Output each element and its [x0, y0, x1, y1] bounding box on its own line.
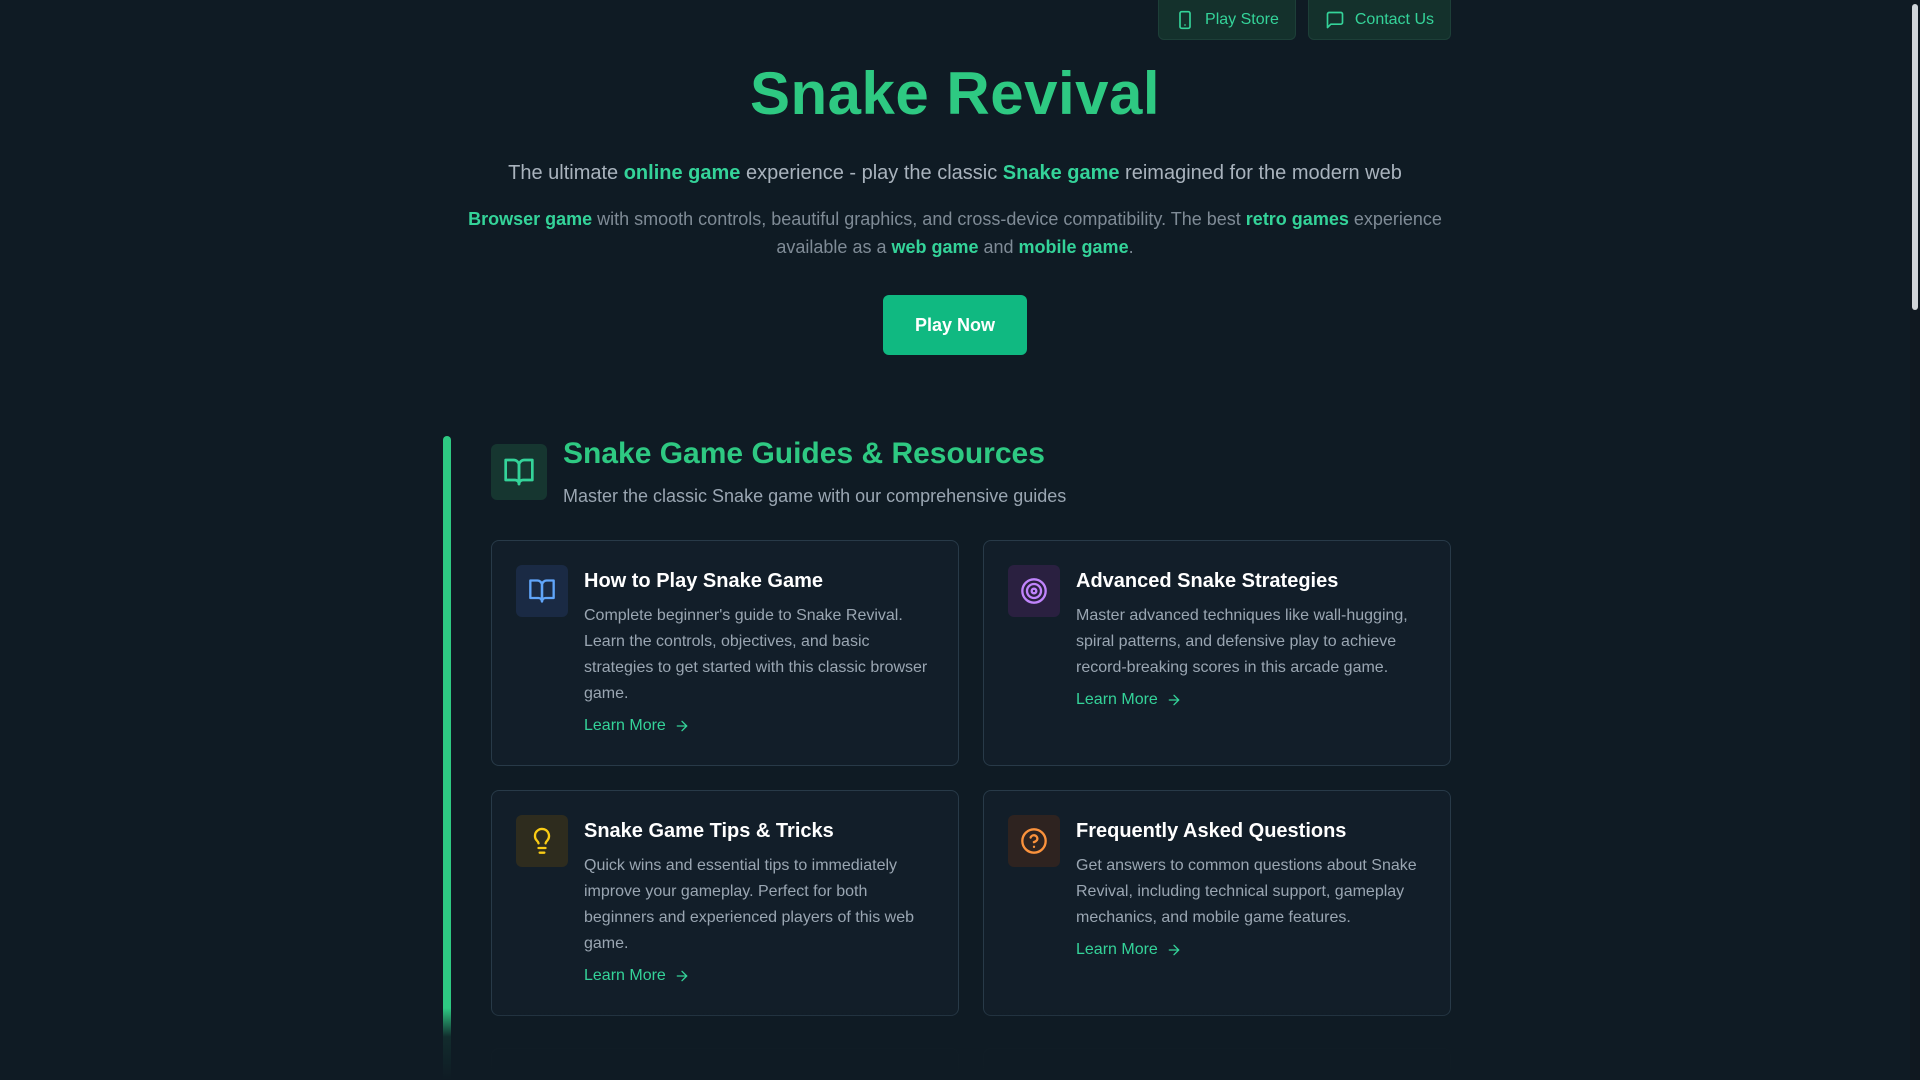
bottom-fade-overlay — [0, 1008, 1910, 1080]
learn-more-label: Learn More — [584, 717, 666, 734]
message-square-icon — [1326, 11, 1344, 28]
learn-more-link[interactable]: Learn More — [1076, 691, 1182, 709]
arrow-right-icon — [676, 720, 688, 732]
page: Play Store Contact Us Snake Revival The … — [0, 0, 1920, 1080]
learn-more-link[interactable]: Learn More — [584, 967, 690, 985]
card-description: Get answers to common questions about Sn… — [1076, 857, 1417, 926]
lightbulb-icon — [516, 815, 568, 867]
subtitle-text: The ultimate — [508, 162, 624, 184]
guides-subtitle: Master the classic Snake game with our c… — [563, 486, 1067, 506]
learn-more-label: Learn More — [1076, 941, 1158, 958]
card-title: Snake Game Tips & Tricks — [584, 820, 834, 842]
description-text: and — [978, 237, 1019, 257]
guide-card-faq[interactable]: Frequently Asked Questions Get answers t… — [983, 790, 1451, 1016]
card-description: Complete beginner's guide to Snake Reviv… — [584, 607, 928, 702]
smartphone-icon — [1179, 10, 1191, 29]
description-text: . — [1128, 237, 1134, 257]
guide-card-tips-tricks[interactable]: Snake Game Tips & Tricks Quick wins and … — [491, 790, 959, 1016]
card-title: How to Play Snake Game — [584, 570, 823, 592]
guides-header: Snake Game Guides & Resources Master the… — [491, 436, 1066, 507]
scrollbar-thumb[interactable] — [1912, 4, 1918, 310]
contact-us-button[interactable]: Contact Us — [1307, 0, 1451, 40]
card-description: Master advanced techniques like wall-hug… — [1076, 607, 1408, 676]
hero-description: Browser game with smooth controls, beaut… — [460, 205, 1450, 261]
description-highlight: mobile game — [1018, 237, 1129, 257]
learn-more-link[interactable]: Learn More — [584, 717, 690, 735]
scrollbar-track[interactable] — [1910, 0, 1920, 1080]
description-highlight: web game — [891, 237, 979, 257]
card-title: Frequently Asked Questions — [1076, 820, 1347, 842]
hero-section: Snake Revival The ultimate online game e… — [0, 56, 1910, 355]
card-title: Advanced Snake Strategies — [1076, 570, 1339, 592]
guide-card-how-to-play[interactable]: How to Play Snake Game Complete beginner… — [491, 540, 959, 766]
section-accent-bar — [443, 436, 451, 1080]
book-icon — [516, 565, 568, 617]
page-title: Snake Revival — [749, 60, 1161, 127]
hero-subtitle: The ultimate online game experience - pl… — [0, 162, 1910, 185]
guide-card-advanced-strategies[interactable]: Advanced Snake Strategies Master advance… — [983, 540, 1451, 766]
description-highlight: Browser game — [468, 209, 593, 229]
learn-more-label: Learn More — [584, 967, 666, 984]
description-highlight: retro games — [1245, 209, 1349, 229]
card-description: Quick wins and essential tips to immedia… — [584, 857, 914, 952]
contact-us-label: Contact Us — [1354, 10, 1434, 28]
subtitle-text: experience - play the classic — [740, 162, 1003, 184]
arrow-right-icon — [1168, 694, 1180, 706]
play-store-label: Play Store — [1205, 10, 1279, 28]
learn-more-label: Learn More — [1076, 691, 1158, 708]
play-now-button[interactable]: Play Now — [883, 295, 1027, 355]
guides-book-icon — [491, 444, 547, 500]
subtitle-highlight: Snake game — [1002, 162, 1120, 184]
help-circle-icon — [1008, 815, 1060, 867]
arrow-right-icon — [1168, 944, 1180, 956]
description-text: with smooth controls, beautiful graphics… — [592, 209, 1246, 229]
subtitle-text: reimagined for the modern web — [1119, 162, 1402, 184]
arrow-right-icon — [676, 970, 688, 982]
guides-title: Snake Game Guides & Resources — [563, 437, 1045, 470]
play-store-button[interactable]: Play Store — [1158, 0, 1296, 40]
target-icon — [1008, 565, 1060, 617]
top-bar: Play Store Contact Us — [1158, 0, 1451, 40]
subtitle-highlight: online game — [623, 162, 741, 184]
learn-more-link[interactable]: Learn More — [1076, 941, 1182, 959]
